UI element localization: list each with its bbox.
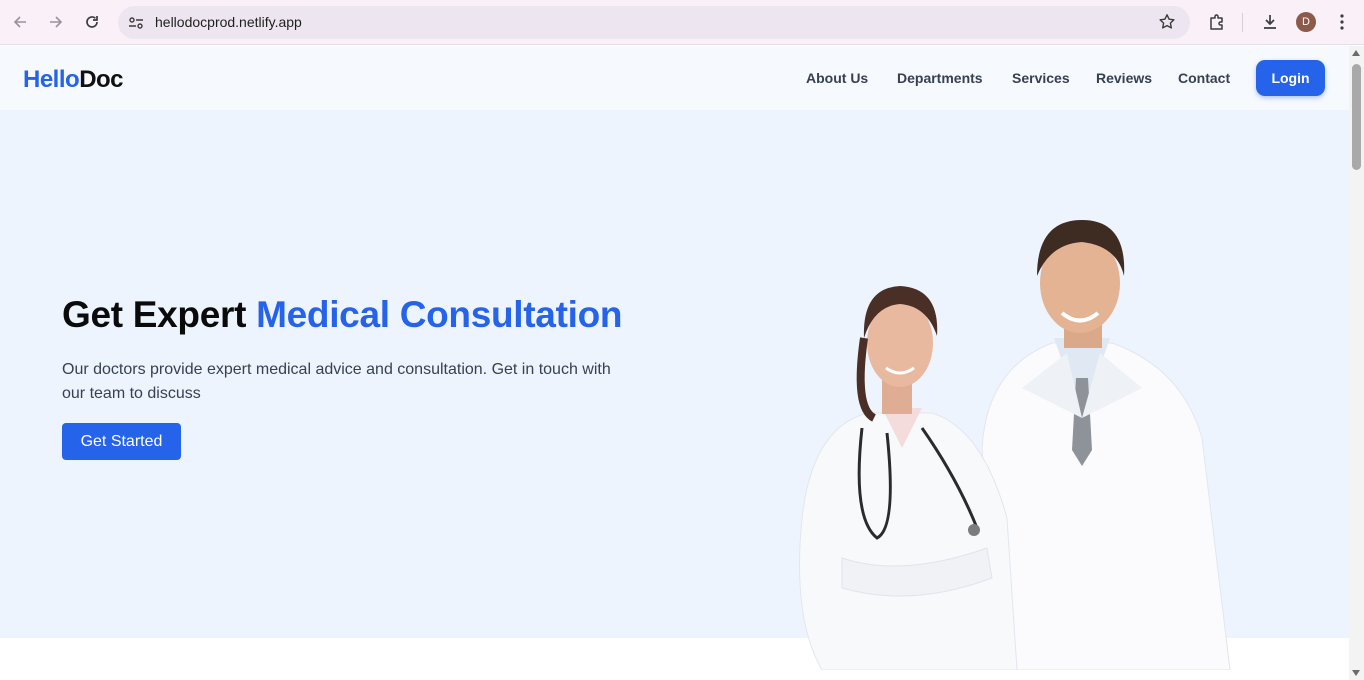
scroll-down-arrow-icon[interactable]	[1352, 670, 1360, 676]
browser-toolbar: hellodocprod.netlify.app D	[0, 0, 1364, 45]
address-bar[interactable]: hellodocprod.netlify.app	[118, 6, 1190, 39]
male-doctor-figure	[981, 220, 1231, 670]
site-header: HelloDoc About Us Departments Services R…	[0, 46, 1349, 110]
page-scrollbar[interactable]	[1349, 46, 1364, 680]
login-button[interactable]: Login	[1256, 60, 1325, 96]
nav-contact[interactable]: Contact	[1178, 70, 1230, 86]
hero-title-lead: Get Expert	[62, 294, 257, 335]
female-doctor-figure	[799, 286, 1018, 670]
get-started-button[interactable]: Get Started	[62, 423, 181, 460]
menu-icon[interactable]	[1330, 10, 1354, 34]
scroll-thumb[interactable]	[1352, 64, 1361, 170]
page-viewport: HelloDoc About Us Departments Services R…	[0, 46, 1349, 680]
nav-about-us[interactable]: About Us	[806, 70, 868, 86]
nav-services[interactable]: Services	[1012, 70, 1070, 86]
reload-icon[interactable]	[79, 9, 105, 35]
site-info-icon[interactable]	[126, 13, 146, 33]
profile-avatar[interactable]: D	[1296, 12, 1316, 32]
nav-departments[interactable]: Departments	[897, 70, 983, 86]
scroll-up-arrow-icon[interactable]	[1352, 50, 1360, 56]
hero-section: Get Expert Medical Consultation Our doct…	[0, 110, 1349, 670]
nav-reviews[interactable]: Reviews	[1096, 70, 1152, 86]
url-text[interactable]: hellodocprod.netlify.app	[155, 14, 302, 30]
doctors-photo	[799, 220, 1231, 670]
forward-icon[interactable]	[43, 9, 69, 35]
toolbar-divider	[1242, 13, 1243, 32]
logo-part-hello: Hello	[23, 66, 80, 93]
hero-title: Get Expert Medical Consultation	[62, 294, 622, 336]
logo-part-doc: Doc	[79, 66, 124, 93]
back-icon[interactable]	[7, 9, 33, 35]
hero-subtitle: Our doctors provide expert medical advic…	[62, 361, 611, 402]
extensions-icon[interactable]	[1205, 10, 1229, 34]
site-logo[interactable]: HelloDoc	[23, 66, 124, 94]
downloads-icon[interactable]	[1258, 10, 1282, 34]
hero-title-highlight: Medical Consultation	[256, 294, 623, 335]
bookmark-star-icon[interactable]	[1158, 13, 1176, 36]
